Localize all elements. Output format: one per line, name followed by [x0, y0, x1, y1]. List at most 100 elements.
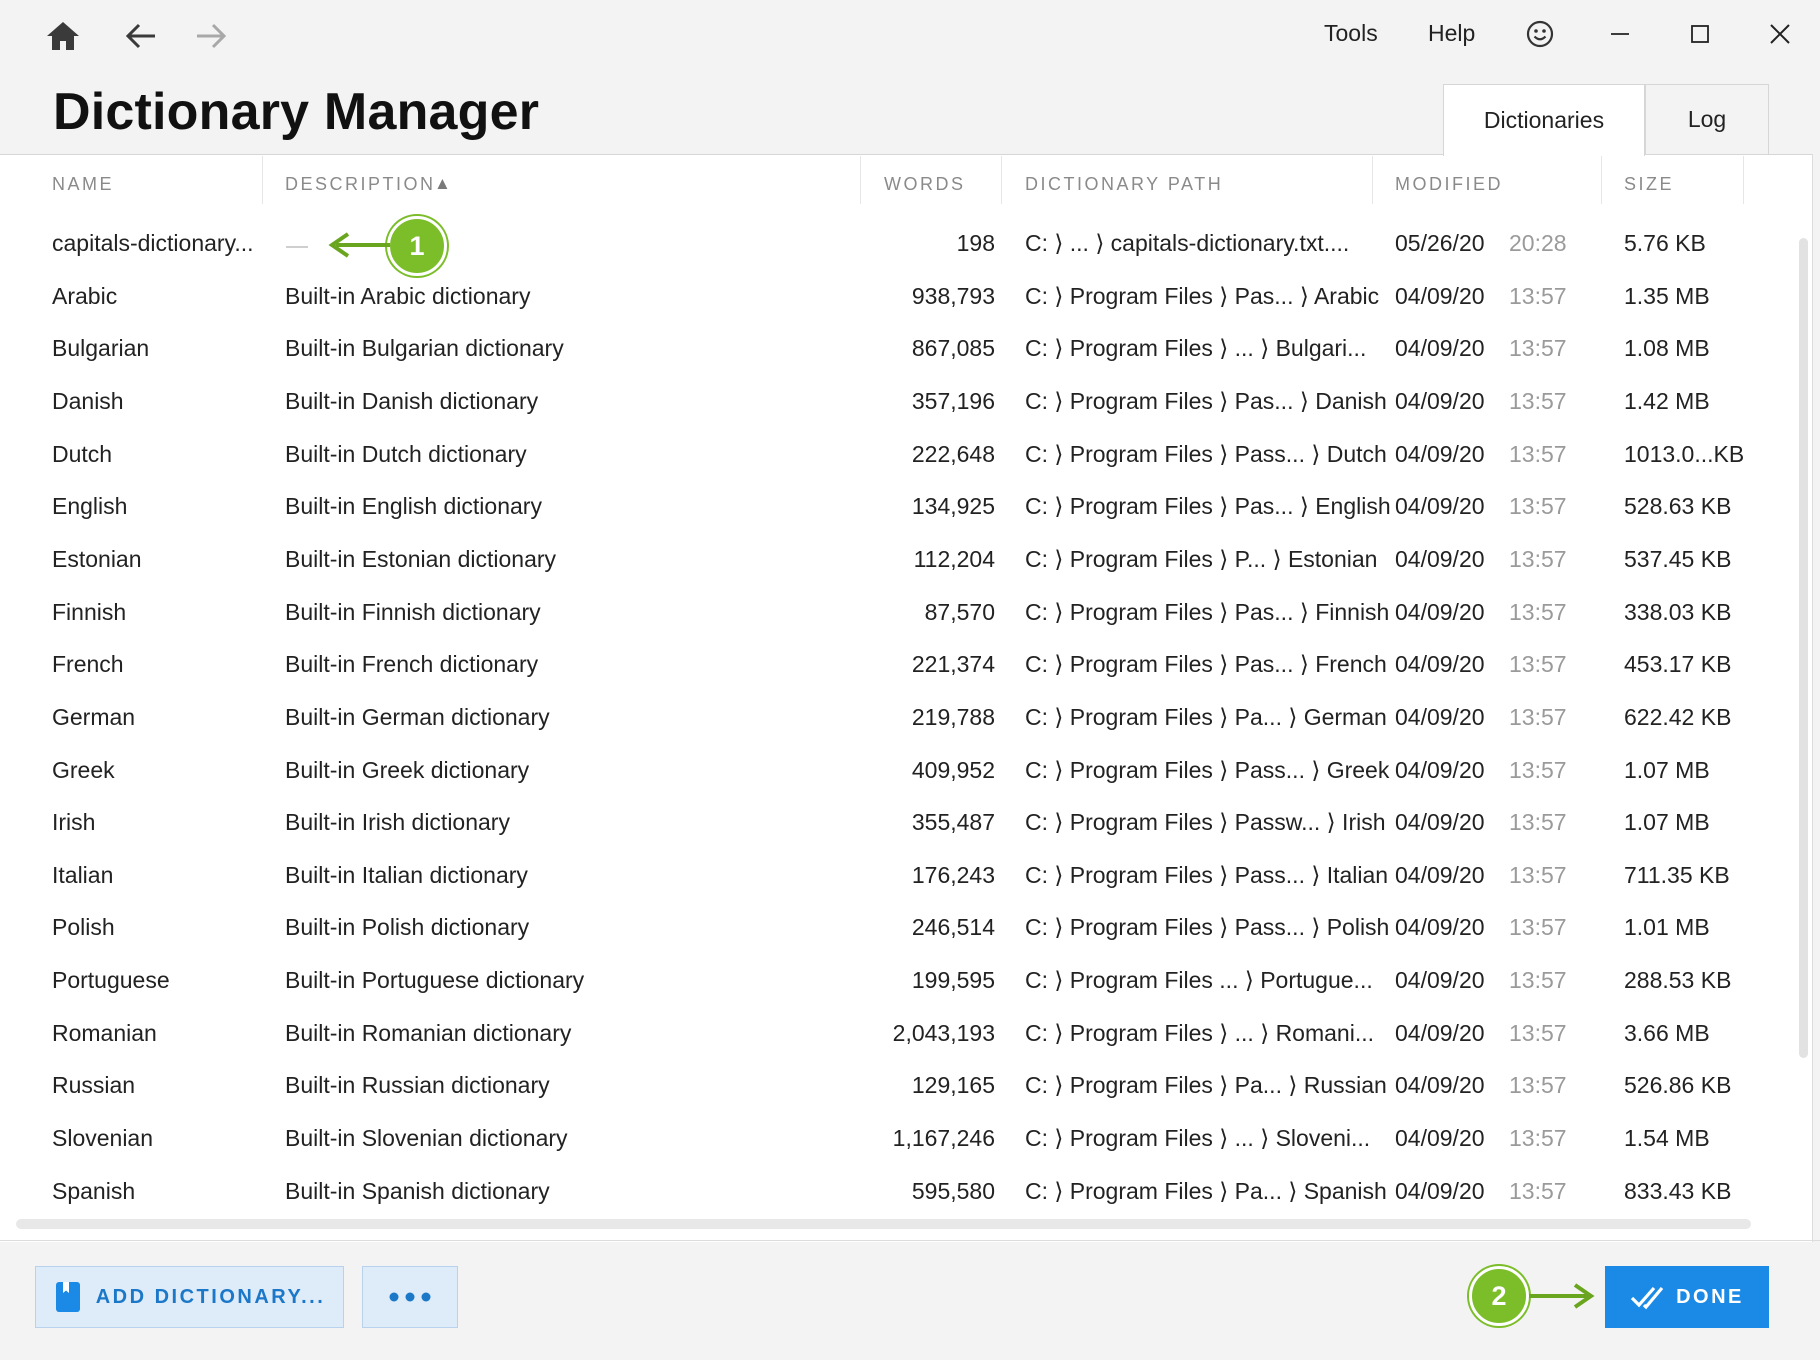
- cell-description: Built-in Russian dictionary: [285, 1072, 550, 1099]
- maximize-icon: [1691, 25, 1709, 43]
- table-row[interactable]: Spanish Built-in Spanish dictionary 595,58…: [0, 1167, 1790, 1219]
- cell-modified-time: 13:57: [1509, 756, 1567, 783]
- cell-description: Built-in Spanish dictionary: [285, 1177, 550, 1204]
- horizontal-scrollbar[interactable]: [16, 1219, 1751, 1229]
- cell-modified-time: 13:57: [1509, 545, 1567, 572]
- maximize-button[interactable]: [1680, 16, 1720, 52]
- cell-modified-time: 13:57: [1509, 1072, 1567, 1099]
- cell-description: Built-in French dictionary: [285, 651, 539, 678]
- close-button[interactable]: [1760, 14, 1800, 54]
- cell-modified-date: 05/26/20: [1395, 230, 1485, 256]
- column-header-modified[interactable]: MODIFIED: [1395, 174, 1503, 195]
- done-button[interactable]: DONE: [1605, 1266, 1769, 1328]
- cell-size: 1.08 MB: [1624, 335, 1710, 362]
- vertical-scrollbar[interactable]: [1799, 238, 1808, 1058]
- cell-path: C: ⟩ Program Files ⟩ Pass... ⟩ Polish: [1025, 914, 1390, 941]
- more-options-button[interactable]: [362, 1266, 458, 1328]
- table-row[interactable]: French Built-in French dictionary 221,374 C…: [0, 640, 1790, 692]
- cell-modified-time: 13:57: [1509, 809, 1567, 836]
- cell-modified-date: 04/09/20: [1395, 598, 1485, 625]
- column-header-size[interactable]: SIZE: [1624, 174, 1674, 195]
- cell-words: 176,243: [911, 861, 995, 888]
- table-row[interactable]: Dutch Built-in Dutch dictionary 222,648 C: …: [0, 430, 1790, 482]
- more-dots-icon: [389, 1292, 431, 1302]
- table-row[interactable]: Irish Built-in Irish dictionary 355,487 C: …: [0, 798, 1790, 850]
- cell-words: 1,167,246: [892, 1125, 995, 1152]
- column-header-path[interactable]: DICTIONARY PATH: [1025, 174, 1223, 195]
- column-header-description[interactable]: DESCRIPTION: [285, 174, 436, 195]
- column-divider[interactable]: [860, 156, 861, 204]
- cell-path: C: ⟩ Program Files ⟩ Pass... ⟩ Dutch: [1025, 440, 1387, 467]
- table-row[interactable]: Arabic Built-in Arabic dictionary 938,793 C…: [0, 272, 1790, 324]
- table-row[interactable]: Polish Built-in Polish dictionary 246,514 C…: [0, 903, 1790, 955]
- column-divider[interactable]: [1372, 156, 1373, 204]
- cell-size: 1.07 MB: [1624, 809, 1710, 836]
- cell-size: 1.01 MB: [1624, 914, 1710, 941]
- cell-path: C: ⟩ Program Files ⟩ Pa... ⟩ Russian: [1025, 1072, 1387, 1099]
- cell-modified-date: 04/09/20: [1395, 914, 1485, 941]
- cell-modified-time: 13:57: [1509, 967, 1567, 994]
- menu-help[interactable]: Help: [1428, 20, 1475, 47]
- table-row[interactable]: Portuguese Built-in Portuguese dictionary…: [0, 956, 1790, 1008]
- empty-description-dash: [286, 246, 308, 248]
- cell-words: 938,793: [911, 282, 995, 309]
- column-divider[interactable]: [262, 156, 263, 204]
- cell-path: C: ⟩ ... ⟩ capitals-dictionary.txt....: [1025, 230, 1350, 256]
- table-row[interactable]: Romanian Built-in Romanian dictionary 2,04…: [0, 1009, 1790, 1061]
- cell-path: C: ⟩ Program Files ⟩ P... ⟩ Estonian: [1025, 545, 1378, 572]
- table-row[interactable]: capitals-dictionary... 198 C: ⟩ ... ⟩ capi…: [0, 219, 1790, 271]
- cell-modified-date: 04/09/20: [1395, 967, 1485, 994]
- cell-words: 87,570: [924, 598, 995, 625]
- table-row[interactable]: Italian Built-in Italian dictionary 176,24…: [0, 851, 1790, 903]
- back-arrow-icon: [125, 23, 155, 49]
- column-header-words[interactable]: WORDS: [884, 174, 966, 195]
- cell-path: C: ⟩ Program Files ⟩ Passw... ⟩ Irish: [1025, 809, 1386, 836]
- dictionary-book-icon: [55, 1282, 80, 1312]
- cell-modified-time: 13:57: [1509, 387, 1567, 414]
- cell-size: 622.42 KB: [1624, 703, 1732, 730]
- cell-modified-date: 04/09/20: [1395, 493, 1485, 520]
- cell-description: Built-in Irish dictionary: [285, 809, 510, 836]
- table-row[interactable]: Russian Built-in Russian dictionary 129,16…: [0, 1061, 1790, 1113]
- table-row[interactable]: Finnish Built-in Finnish dictionary 87,570…: [0, 588, 1790, 640]
- cell-words: 199,595: [911, 967, 995, 994]
- table-row[interactable]: German Built-in German dictionary 219,788 C…: [0, 693, 1790, 745]
- cell-modified-time: 13:57: [1509, 493, 1567, 520]
- cell-name: Slovenian: [52, 1125, 154, 1152]
- cell-words: 2,043,193: [892, 1019, 995, 1046]
- smiley-icon: [1526, 20, 1554, 48]
- cell-modified-date: 04/09/20: [1395, 387, 1485, 414]
- column-divider[interactable]: [1001, 156, 1002, 204]
- cell-modified-date: 04/09/20: [1395, 1019, 1485, 1046]
- cell-size: 1.54 MB: [1624, 1125, 1710, 1152]
- close-icon: [1770, 24, 1790, 44]
- table-row[interactable]: Slovenian Built-in Slovenian dictionary 1,…: [0, 1114, 1790, 1166]
- table-row[interactable]: Estonian Built-in Estonian dictionary 112,…: [0, 535, 1790, 587]
- forward-arrow-icon: [197, 23, 227, 49]
- home-button[interactable]: [42, 16, 84, 56]
- cell-description: Built-in Romanian dictionary: [285, 1019, 572, 1046]
- table-row[interactable]: Danish Built-in Danish dictionary 357,196 C…: [0, 377, 1790, 429]
- feedback-button[interactable]: [1522, 16, 1558, 52]
- back-button[interactable]: [120, 16, 162, 56]
- table-row[interactable]: English Built-in English dictionary 134,92…: [0, 482, 1790, 534]
- forward-button[interactable]: [190, 16, 232, 56]
- cell-path: C: ⟩ Program Files ⟩ Pa... ⟩ German: [1025, 703, 1387, 730]
- table-row[interactable]: Bulgarian Built-in Bulgarian dictionary 86…: [0, 324, 1790, 376]
- cell-words: 134,925: [911, 493, 995, 520]
- cell-words: 112,204: [913, 545, 995, 572]
- column-header-name[interactable]: NAME: [52, 174, 114, 195]
- tab-log[interactable]: Log: [1645, 84, 1769, 154]
- minimize-button[interactable]: [1600, 16, 1640, 52]
- cell-words: 357,196: [911, 387, 995, 414]
- column-divider[interactable]: [1601, 156, 1602, 204]
- tab-dictionaries[interactable]: Dictionaries: [1443, 84, 1645, 156]
- add-dictionary-button[interactable]: ADD DICTIONARY...: [35, 1266, 344, 1328]
- cell-size: 453.17 KB: [1624, 651, 1732, 678]
- column-divider[interactable]: [1743, 156, 1744, 204]
- menu-tools[interactable]: Tools: [1324, 20, 1378, 47]
- table-row[interactable]: Greek Built-in Greek dictionary 409,952 C: …: [0, 746, 1790, 798]
- cell-modified-time: 13:57: [1509, 335, 1567, 362]
- cell-modified-date: 04/09/20: [1395, 335, 1485, 362]
- cell-name: Italian: [52, 861, 114, 888]
